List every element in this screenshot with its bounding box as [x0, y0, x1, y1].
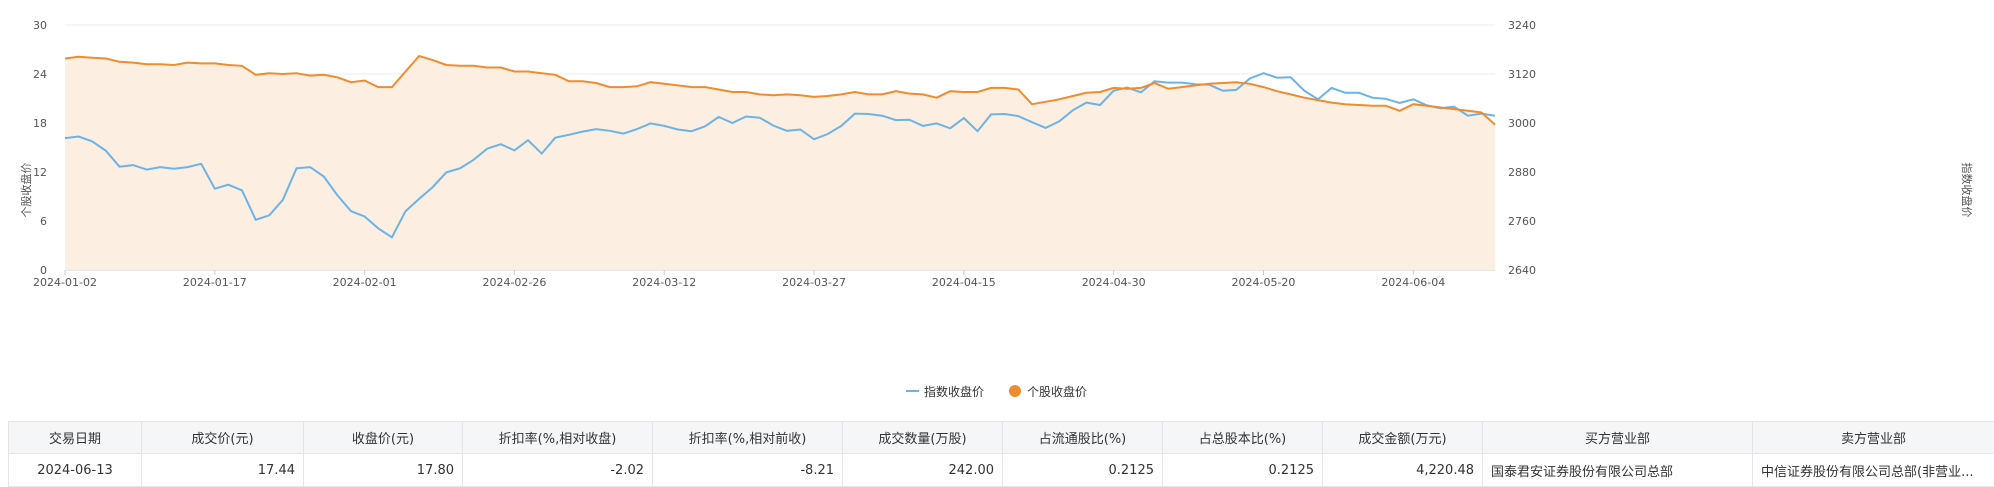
left-axis-title: 个股收盘价: [19, 163, 33, 218]
cell-amount: 4,220.48: [1322, 453, 1483, 487]
header-float-ratio[interactable]: 占流通股比(%): [1002, 421, 1163, 454]
x-tick-label: 2024-03-27: [782, 276, 846, 289]
x-tick-label: 2024-01-17: [183, 276, 247, 289]
header-total-ratio[interactable]: 占总股本比(%): [1162, 421, 1323, 454]
x-tick-label: 2024-01-02: [33, 276, 97, 289]
chart-svg: 06121824302640276028803000312032402024-0…: [19, 19, 1974, 399]
cell-discount-vs-prev: -8.21: [652, 453, 843, 487]
x-tick-label: 2024-04-30: [1082, 276, 1146, 289]
right-tick-label: 3120: [1508, 68, 1536, 81]
cell-total-ratio: 0.2125: [1162, 453, 1323, 487]
right-tick-label: 2760: [1508, 215, 1536, 228]
right-tick-label: 3240: [1508, 19, 1536, 32]
right-tick-label: 2640: [1508, 264, 1536, 277]
x-tick-label: 2024-02-01: [333, 276, 397, 289]
right-tick-label: 2880: [1508, 166, 1536, 179]
header-seller[interactable]: 卖方营业部: [1752, 421, 1994, 454]
left-tick-label: 6: [40, 215, 47, 228]
x-tick-label: 2024-05-20: [1232, 276, 1296, 289]
cell-deal-price: 17.44: [141, 453, 304, 487]
left-tick-label: 24: [33, 68, 47, 81]
x-tick-label: 2024-02-26: [482, 276, 546, 289]
x-tick-label: 2024-06-04: [1381, 276, 1445, 289]
cell-discount-vs-close: -2.02: [462, 453, 653, 487]
header-trade-date[interactable]: 交易日期: [8, 421, 142, 454]
left-tick-label: 18: [33, 117, 47, 130]
header-volume[interactable]: 成交数量(万股): [842, 421, 1003, 454]
table-row: 2024-06-13 17.44 17.80 -2.02 -8.21 242.0…: [8, 453, 1994, 487]
series-area-stock-close: [65, 56, 1495, 270]
cell-seller[interactable]: 中信证券股份有限公司总部(非营业...: [1752, 453, 1994, 487]
x-tick-label: 2024-03-12: [632, 276, 696, 289]
cell-float-ratio: 0.2125: [1002, 453, 1163, 487]
cell-buyer[interactable]: 国泰君安证券股份有限公司总部: [1482, 453, 1753, 487]
legend-item-index[interactable]: 指数收盘价: [906, 384, 984, 399]
header-buyer[interactable]: 买方营业部: [1482, 421, 1753, 454]
cell-volume: 242.00: [842, 453, 1003, 487]
cell-close-price: 17.80: [303, 453, 463, 487]
chart-legend: 指数收盘价 个股收盘价: [906, 384, 1087, 399]
header-amount[interactable]: 成交金额(万元): [1322, 421, 1483, 454]
table-header-row: 交易日期 成交价(元) 收盘价(元) 折扣率(%,相对收盘) 折扣率(%,相对前…: [8, 421, 1994, 454]
left-tick-label: 30: [33, 19, 47, 32]
block-trade-table: 交易日期 成交价(元) 收盘价(元) 折扣率(%,相对收盘) 折扣率(%,相对前…: [8, 421, 1994, 487]
legend-dot-stock: [1009, 385, 1021, 397]
x-tick-label: 2024-04-15: [932, 276, 996, 289]
legend-item-stock[interactable]: 个股收盘价: [1009, 384, 1087, 399]
legend-label-stock: 个股收盘价: [1027, 384, 1087, 399]
cell-trade-date: 2024-06-13: [8, 453, 142, 487]
right-axis-title: 指数收盘价: [1960, 163, 1974, 218]
right-tick-label: 3000: [1508, 117, 1536, 130]
header-close-price[interactable]: 收盘价(元): [303, 421, 463, 454]
header-deal-price[interactable]: 成交价(元): [141, 421, 304, 454]
header-discount-vs-close[interactable]: 折扣率(%,相对收盘): [462, 421, 653, 454]
legend-label-index: 指数收盘价: [924, 384, 984, 399]
header-discount-vs-prev[interactable]: 折扣率(%,相对前收): [652, 421, 843, 454]
left-tick-label: 12: [33, 166, 47, 179]
